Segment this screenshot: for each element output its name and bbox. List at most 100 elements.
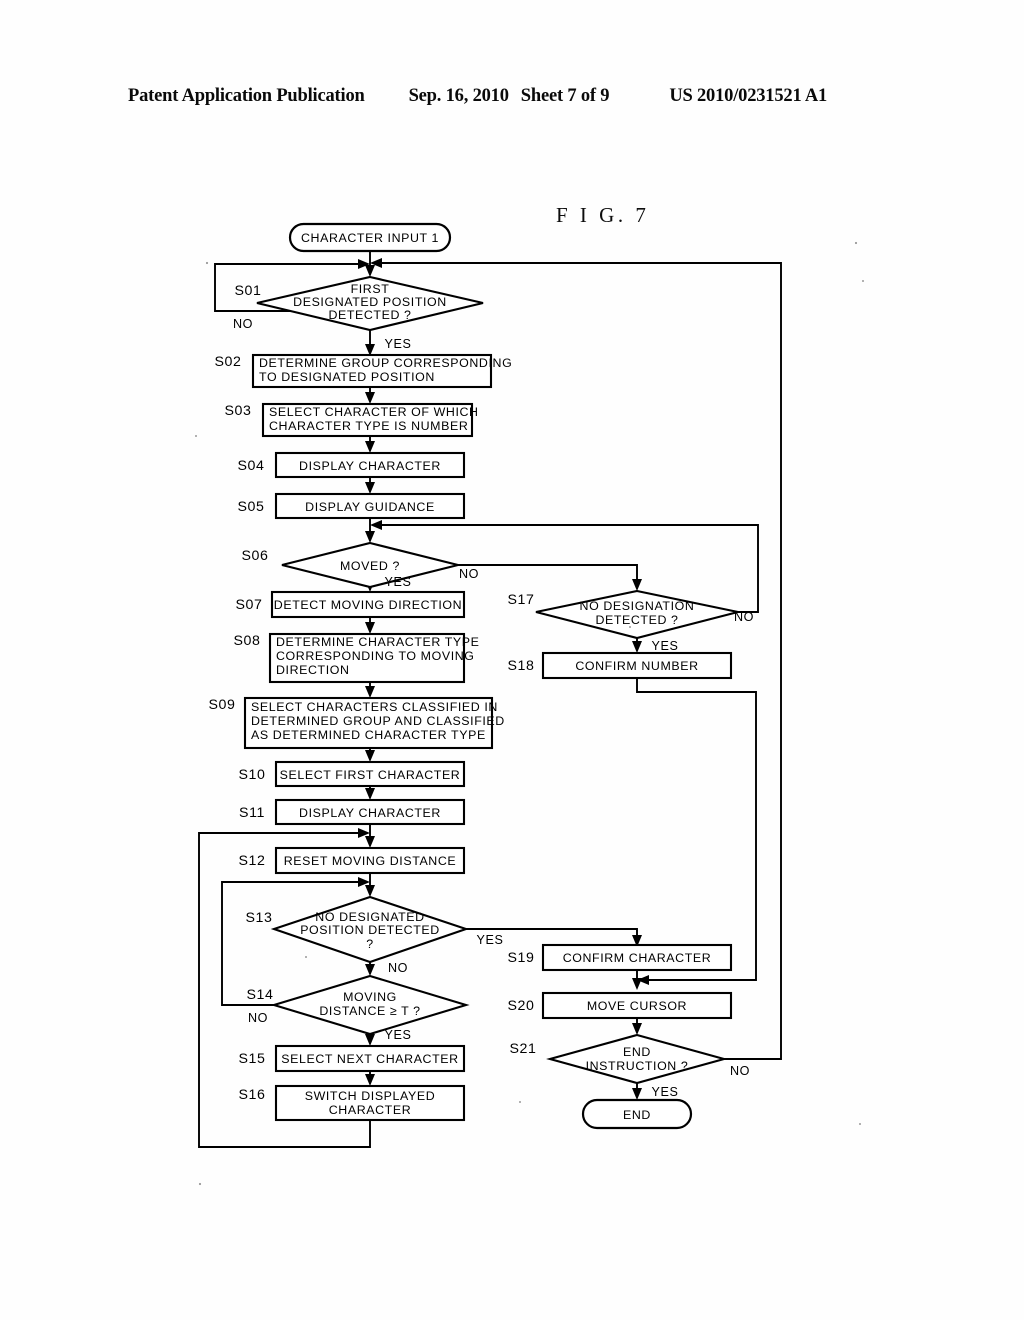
branch-s14-no: NO (248, 1011, 268, 1025)
s04-label: DISPLAY CHARACTER (299, 459, 441, 473)
arrowhead-s17-no (370, 520, 382, 530)
s14-label-line1: MOVING (343, 990, 397, 1004)
step-id-s17: S17 (507, 592, 534, 608)
arrowhead-s12-s13 (365, 885, 375, 897)
s15-label: SELECT NEXT CHARACTER (281, 1052, 458, 1066)
step-id-s08: S08 (233, 633, 260, 649)
arrowhead-s04-s05 (365, 482, 375, 494)
start-terminator-label: CHARACTER INPUT 1 (301, 231, 439, 245)
s09-label-line2: DETERMINED GROUP AND CLASSIFIED (251, 714, 505, 728)
s05-label: DISPLAY GUIDANCE (305, 500, 435, 514)
node-s16[interactable]: SWITCH DISPLAYED CHARACTER (274, 1084, 466, 1122)
node-s13[interactable]: NO DESIGNATED POSITION DETECTED ? (270, 895, 470, 964)
step-id-s20: S20 (507, 998, 534, 1014)
node-s15[interactable]: SELECT NEXT CHARACTER (274, 1044, 466, 1073)
s09-label-line3: AS DETERMINED CHARACTER TYPE (251, 728, 486, 742)
s17-label-line1: NO DESIGNATION (580, 599, 695, 613)
branch-s13-no: NO (388, 961, 408, 975)
node-s03[interactable]: SELECT CHARACTER OF WHICH CHARACTER TYPE… (261, 402, 479, 438)
node-s09[interactable]: SELECT CHARACTERS CLASSIFIED IN DETERMIN… (243, 696, 505, 750)
s01-label-line1: FIRST (351, 282, 390, 296)
step-id-s10: S10 (238, 767, 265, 783)
s09-label-line1: SELECT CHARACTERS CLASSIFIED IN (251, 700, 498, 714)
arrowhead-s15-s16 (365, 1074, 375, 1086)
node-end[interactable]: END (581, 1098, 693, 1130)
s08-label-line1: DETERMINE CHARACTER TYPE (276, 635, 480, 649)
node-s04[interactable]: DISPLAY CHARACTER (274, 451, 466, 479)
s03-label-line2: CHARACTER TYPE IS NUMBER (269, 419, 468, 433)
arrowhead-s19-s20 (632, 978, 642, 990)
branch-s06-no: NO (459, 567, 479, 581)
s03-label-line1: SELECT CHARACTER OF WHICH (269, 405, 479, 419)
node-s20[interactable]: MOVE CURSOR (541, 991, 733, 1020)
s02-label-line1: DETERMINE GROUP CORRESPONDING (259, 356, 512, 370)
step-id-s07: S07 (235, 597, 262, 613)
node-s02[interactable]: DETERMINE GROUP CORRESPONDING TO DESIGNA… (251, 353, 512, 389)
s01-label-line3: DETECTED ? (328, 308, 411, 322)
arrowhead-s10-s11 (365, 788, 375, 800)
arrowhead-s14-s15 (365, 1034, 375, 1046)
arrowhead-s09-s10 (365, 750, 375, 762)
s16-label-line2: CHARACTER (329, 1103, 412, 1117)
page-canvas: Patent Application Publication Sep. 16, … (0, 0, 1024, 1320)
arrowhead-s08-s09 (365, 686, 375, 698)
s13-label-line3: ? (366, 937, 374, 951)
s10-label: SELECT FIRST CHARACTER (280, 768, 461, 782)
s20-label: MOVE CURSOR (587, 999, 687, 1013)
step-id-s14: S14 (246, 987, 273, 1003)
node-s08[interactable]: DETERMINE CHARACTER TYPE CORRESPONDING T… (268, 632, 480, 684)
node-s21[interactable]: END INSTRUCTION ? (546, 1033, 728, 1085)
s17-label-line2: DETECTED ? (595, 613, 678, 627)
node-s17[interactable]: NO DESIGNATION DETECTED ? (535, 589, 739, 640)
node-s05[interactable]: DISPLAY GUIDANCE (274, 492, 466, 520)
arrowhead-s13-s14 (365, 964, 375, 976)
step-id-s19: S19 (507, 950, 534, 966)
step-id-s12: S12 (238, 853, 265, 869)
step-id-s01: S01 (234, 283, 261, 299)
step-id-s05: S05 (237, 499, 264, 515)
s13-label-line1: NO DESIGNATED (315, 910, 424, 924)
step-id-s13: S13 (245, 910, 272, 926)
step-id-s11: S11 (239, 805, 265, 821)
arrowhead-s07-s08 (365, 622, 375, 634)
step-id-s02: S02 (214, 354, 241, 370)
branch-s06-yes: YES (385, 575, 412, 589)
node-s19[interactable]: CONFIRM CHARACTER (541, 943, 733, 972)
arrowhead-s03-s04 (365, 441, 375, 453)
edge-s18-to-s20-loop (636, 678, 757, 981)
s14-label-line2: DISTANCE ≥ T ? (319, 1004, 420, 1018)
step-id-s21: S21 (509, 1041, 536, 1057)
node-s01[interactable]: FIRST DESIGNATED POSITION DETECTED ? (256, 275, 484, 332)
branch-s17-no: NO (734, 610, 754, 624)
arrowhead-s20-s21 (632, 1023, 642, 1035)
node-s10[interactable]: SELECT FIRST CHARACTER (274, 760, 466, 788)
arrowhead-s05-s06 (365, 531, 375, 543)
node-s14[interactable]: MOVING DISTANCE ≥ T ? (270, 974, 470, 1036)
node-s07[interactable]: DETECT MOVING DIRECTION (270, 590, 466, 619)
node-start[interactable]: CHARACTER INPUT 1 (288, 222, 452, 253)
node-s12[interactable]: RESET MOVING DISTANCE (274, 846, 466, 875)
step-id-s18: S18 (507, 658, 534, 674)
s16-label-line1: SWITCH DISPLAYED (305, 1089, 436, 1103)
s19-label: CONFIRM CHARACTER (563, 951, 712, 965)
s21-label-line2: INSTRUCTION ? (586, 1059, 689, 1073)
s02-label-line2: TO DESIGNATED POSITION (259, 370, 435, 384)
step-id-s04: S04 (237, 458, 264, 474)
node-s06[interactable]: MOVED ? (281, 541, 459, 589)
flowchart-diagram: CHARACTER INPUT 1 FIRST DESIGNATED POSIT… (195, 222, 864, 1186)
step-id-s06: S06 (241, 548, 268, 564)
step-id-s15: S15 (238, 1051, 265, 1067)
branch-s13-yes: YES (477, 933, 504, 947)
branch-s21-yes: YES (652, 1085, 679, 1099)
arrowhead-s02-s03 (365, 392, 375, 404)
arrowhead-s06-no (632, 579, 642, 591)
node-s11[interactable]: DISPLAY CHARACTER (274, 798, 466, 826)
node-s18[interactable]: CONFIRM NUMBER (541, 651, 733, 680)
s11-label: DISPLAY CHARACTER (299, 806, 441, 820)
step-id-s09: S09 (208, 697, 235, 713)
branch-s17-yes: YES (652, 639, 679, 653)
s01-label-line2: DESIGNATED POSITION (293, 295, 447, 309)
s12-label: RESET MOVING DISTANCE (284, 854, 457, 868)
arrowhead-s21-end (632, 1088, 642, 1100)
s13-label-line2: POSITION DETECTED (300, 923, 440, 937)
